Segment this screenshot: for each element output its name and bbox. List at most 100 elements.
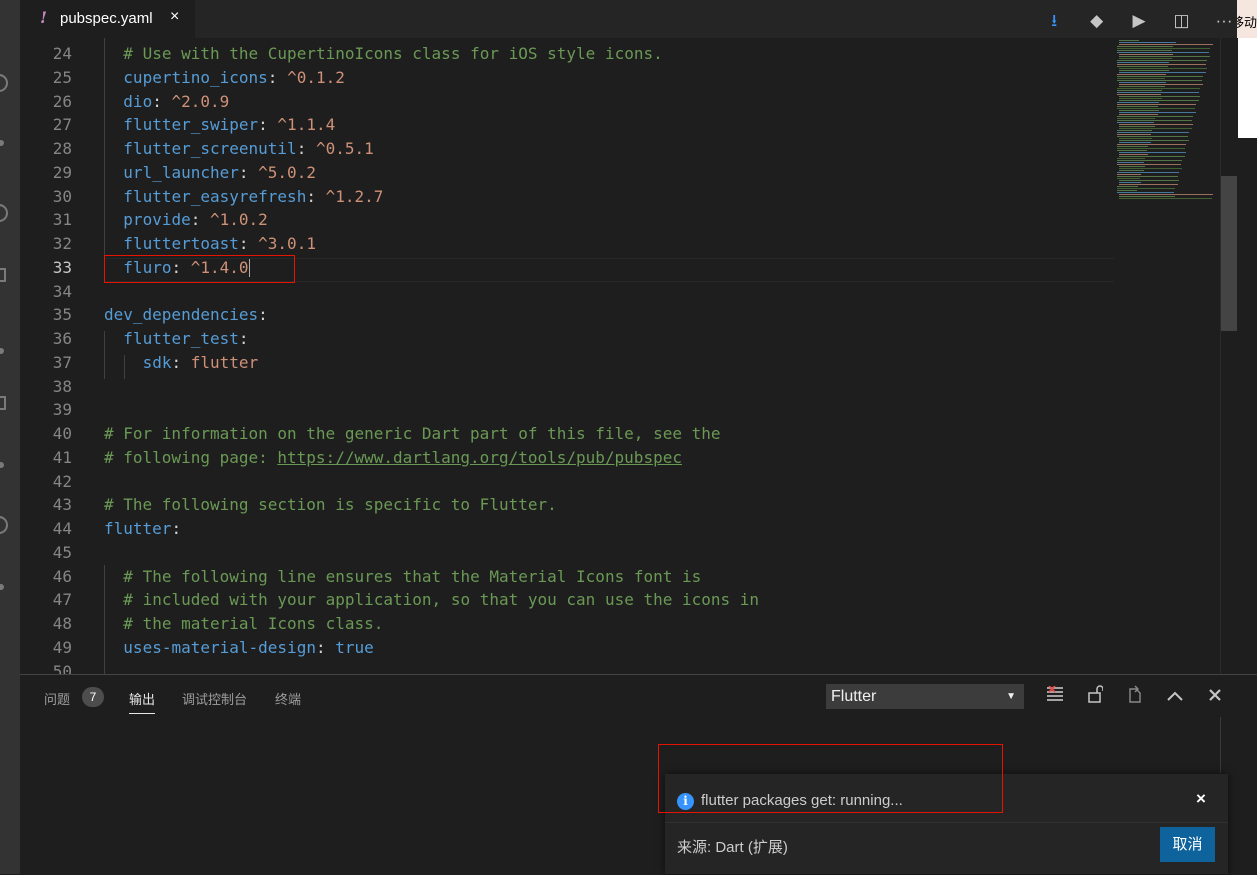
- minimap-line: [1119, 126, 1155, 127]
- minimap-line: [1117, 60, 1207, 61]
- code-line[interactable]: 26 dio: ^2.0.9: [20, 90, 1120, 114]
- minimap[interactable]: [1115, 38, 1220, 208]
- minimap-line: [1119, 124, 1193, 125]
- code-token: flutter_easyrefresh: [123, 186, 307, 206]
- code-line[interactable]: 50: [20, 660, 1120, 675]
- tab-debug-console[interactable]: 调试控制台: [182, 689, 247, 708]
- tab-output[interactable]: 输出: [129, 689, 156, 714]
- minimap-line: [1119, 100, 1199, 101]
- tab-pubspec[interactable]: ! pubspec.yaml ×: [20, 0, 195, 38]
- minimap-line: [1117, 118, 1155, 119]
- code-token: flutter_swiper: [123, 115, 259, 135]
- code-line[interactable]: 25 cupertino_icons: ^0.1.2: [20, 66, 1120, 90]
- line-number: 40: [52, 424, 72, 443]
- close-panel-icon[interactable]: [1203, 685, 1227, 709]
- line-number: 29: [52, 162, 72, 182]
- cancel-button[interactable]: 取消: [1160, 827, 1215, 862]
- editor-actions: ⭳ ◆ ▶ ◫ ···: [1029, 8, 1237, 30]
- code-line[interactable]: 32 fluttertoast: ^3.0.1: [20, 232, 1120, 256]
- code-line[interactable]: 36 flutter_test:: [20, 327, 1120, 351]
- lock-icon[interactable]: [1083, 685, 1107, 709]
- minimap-line: [1117, 148, 1185, 149]
- code-text: uses-material-design: true: [123, 636, 373, 660]
- minimap-line: [1119, 138, 1152, 139]
- code-line[interactable]: 40 # For information on the generic Dart …: [20, 422, 1120, 446]
- code-line[interactable]: 42: [20, 470, 1120, 494]
- line-number: 43: [52, 495, 72, 515]
- clear-output-icon[interactable]: [1043, 685, 1067, 709]
- code-line[interactable]: 27 flutter_swiper: ^1.1.4: [20, 113, 1120, 137]
- tab-filename: pubspec.yaml: [60, 10, 153, 27]
- code-line[interactable]: 44 flutter:: [20, 517, 1120, 541]
- account-icon[interactable]: [0, 516, 8, 534]
- code-line[interactable]: 45: [20, 541, 1120, 565]
- code-line[interactable]: 34: [20, 280, 1120, 304]
- minimap-line: [1119, 86, 1165, 87]
- minimap-line: [1117, 174, 1141, 175]
- code-text: flutter:: [104, 517, 181, 541]
- search-icon[interactable]: [0, 74, 8, 92]
- code-line[interactable]: 43 # The following section is specific to…: [20, 493, 1120, 517]
- code-line[interactable]: 48 # the material Icons class.: [20, 612, 1120, 636]
- maximize-panel-icon[interactable]: [1163, 685, 1187, 709]
- remote-icon[interactable]: [0, 348, 4, 354]
- line-number: 48: [52, 614, 72, 633]
- source-control-icon[interactable]: [0, 140, 4, 146]
- problems-count-badge: 7: [82, 687, 104, 707]
- code-line[interactable]: 38: [20, 375, 1120, 399]
- code-token: :: [296, 139, 316, 158]
- code-line[interactable]: 39: [20, 398, 1120, 422]
- code-line[interactable]: 28 flutter_screenutil: ^0.5.1: [20, 137, 1120, 161]
- panel-scrollbar[interactable]: [1220, 717, 1221, 773]
- minimap-line: [1117, 90, 1162, 91]
- line-number: 28: [52, 139, 72, 158]
- code-line[interactable]: 47 # included with your application, so t…: [20, 588, 1120, 612]
- git-icon[interactable]: ◆: [1084, 11, 1110, 31]
- code-line[interactable]: 37 sdk: flutter: [20, 351, 1120, 375]
- more-icon[interactable]: ···: [1211, 11, 1237, 31]
- editor-scrollbar-thumb[interactable]: [1221, 176, 1237, 331]
- tab-terminal[interactable]: 终端: [275, 689, 301, 708]
- editor-scrollbar[interactable]: [1220, 38, 1238, 674]
- extensions-icon[interactable]: [0, 268, 6, 282]
- explorer-icon[interactable]: [0, 396, 6, 410]
- minimap-line: [1117, 130, 1152, 131]
- code-token: ^1.2.7: [325, 186, 384, 206]
- minimap-line: [1117, 52, 1209, 53]
- code-token: :: [190, 210, 210, 230]
- timeline-icon[interactable]: [0, 462, 4, 468]
- debug-icon[interactable]: [0, 204, 8, 222]
- settings-icon[interactable]: [0, 584, 4, 590]
- code-token: :: [238, 234, 259, 253]
- tab-output-label: 输出: [129, 692, 156, 707]
- close-tab-icon[interactable]: ×: [170, 8, 179, 26]
- download-icon[interactable]: ⭳: [1041, 8, 1067, 37]
- code-text: # the material Icons class.: [123, 612, 383, 636]
- minimap-line: [1117, 80, 1202, 81]
- code-text: flutter_swiper: ^1.1.4: [123, 113, 335, 137]
- tab-problems[interactable]: 问题: [44, 689, 70, 708]
- open-log-icon[interactable]: [1123, 685, 1147, 709]
- close-notification-icon[interactable]: ×: [1196, 789, 1206, 809]
- minimap-line: [1119, 140, 1189, 141]
- code-editor[interactable]: 24 # Use with the CupertinoIcons class fo…: [20, 38, 1220, 674]
- code-token: ^1.1.4: [277, 115, 336, 135]
- minimap-line: [1117, 88, 1200, 89]
- code-line[interactable]: 24 # Use with the CupertinoIcons class fo…: [20, 42, 1120, 66]
- code-line[interactable]: 41 # following page: https://www.dartlang…: [20, 446, 1120, 470]
- code-line[interactable]: 30 flutter_easyrefresh: ^1.2.7: [20, 185, 1120, 209]
- code-token: sdk: [142, 352, 172, 372]
- minimap-line: [1117, 132, 1189, 133]
- split-editor-icon[interactable]: ◫: [1169, 11, 1195, 31]
- minimap-line: [1117, 74, 1166, 75]
- output-channel-select[interactable]: Flutter ▼: [826, 684, 1024, 709]
- code-line[interactable]: 49 uses-material-design: true: [20, 636, 1120, 660]
- code-line[interactable]: 46 # The following line ensures that the …: [20, 565, 1120, 589]
- minimap-line: [1119, 58, 1172, 59]
- minimap-line: [1119, 84, 1203, 85]
- code-line[interactable]: 29 url_launcher: ^5.0.2: [20, 161, 1120, 185]
- code-line[interactable]: 31 provide: ^1.0.2: [20, 208, 1120, 232]
- code-line[interactable]: 35 dev_dependencies:: [20, 303, 1120, 327]
- run-icon[interactable]: ▶: [1126, 11, 1152, 31]
- minimap-line: [1119, 168, 1182, 169]
